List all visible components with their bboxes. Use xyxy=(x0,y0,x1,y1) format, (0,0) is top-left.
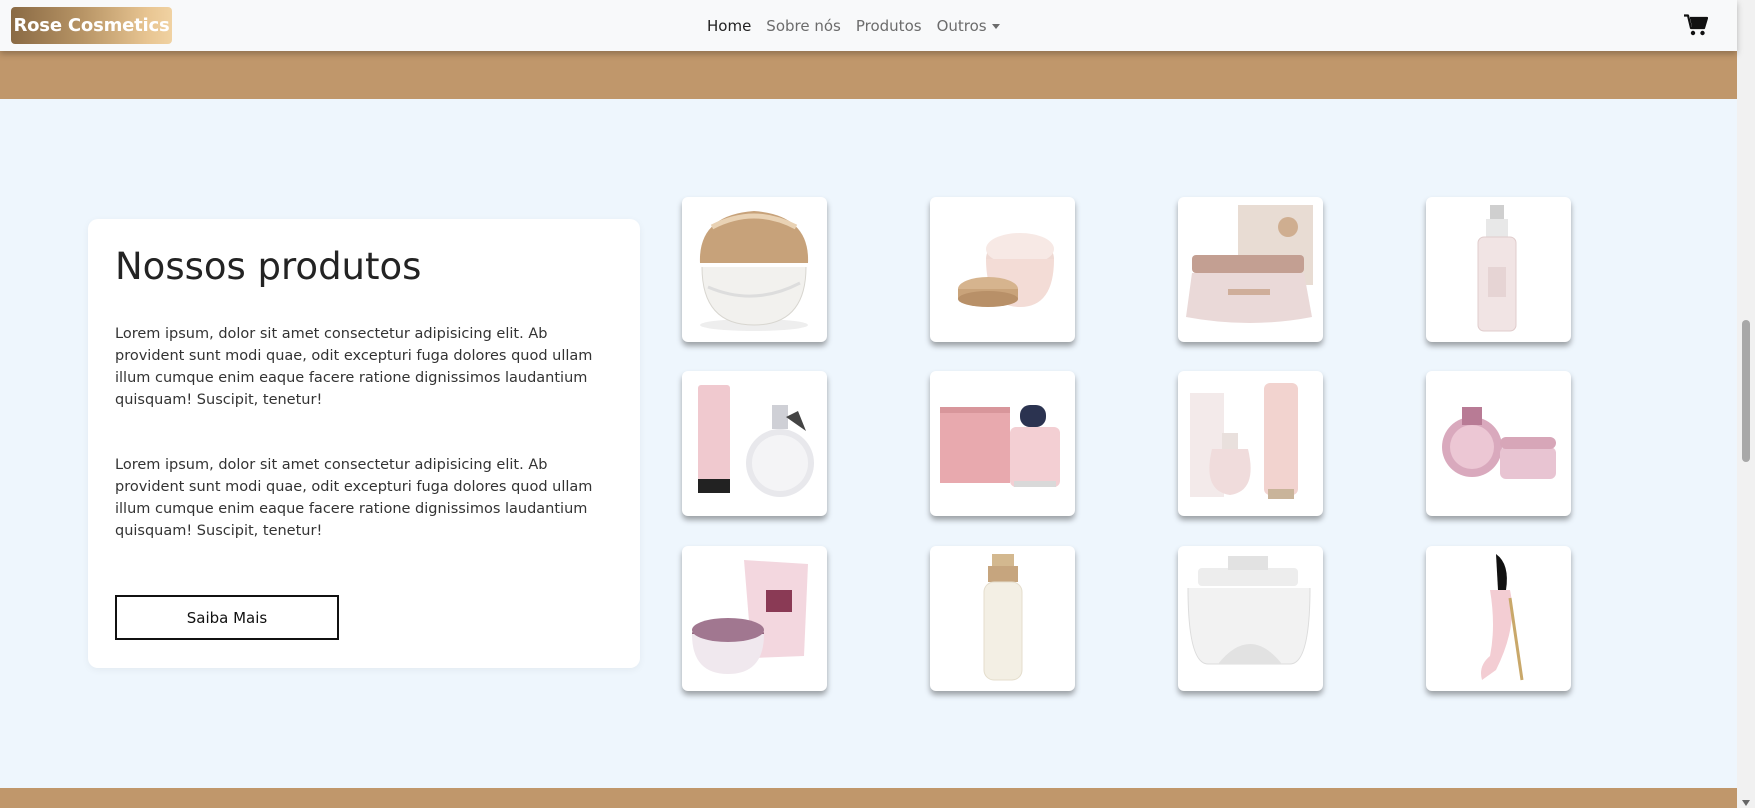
cream-jar-icon xyxy=(958,233,1054,307)
cart-icon[interactable] xyxy=(1684,14,1708,36)
section-title: Nossos produtos xyxy=(115,245,422,288)
product-pink-perfume-set[interactable] xyxy=(1426,371,1571,516)
product-my-way-set[interactable] xyxy=(930,371,1075,516)
scroll-thumb[interactable] xyxy=(1742,320,1750,462)
perfume-bottle-icon xyxy=(1187,556,1311,665)
perfume-set-icon xyxy=(1190,383,1298,499)
intro-paragraph-1: Lorem ipsum, dolor sit amet consectetur … xyxy=(115,326,593,408)
navbar: Rose Cosmetics Home Sobre nós Produtos O… xyxy=(0,0,1737,51)
perfume-set-icon xyxy=(940,405,1060,487)
products-intro-card: Nossos produtos Lorem ipsum, dolor sit a… xyxy=(88,219,640,668)
product-lily-refill-set[interactable] xyxy=(682,546,827,691)
nav-outros: Outros xyxy=(936,16,987,35)
scroll-down-arrow-icon[interactable] xyxy=(1742,800,1750,806)
lotion-bottle-icon xyxy=(983,554,1023,681)
nav-produtos[interactable]: Produtos xyxy=(856,17,922,35)
heel-perfume-icon xyxy=(1481,554,1524,681)
caret-down-icon xyxy=(991,23,1000,29)
perfume-set-icon xyxy=(1442,407,1556,479)
brand-logo[interactable]: Rose Cosmetics xyxy=(11,7,172,44)
nav-outros-dropdown[interactable]: Outros xyxy=(937,17,1000,35)
bottom-band xyxy=(0,788,1737,808)
product-pink-cream-jar[interactable] xyxy=(930,197,1075,342)
product-elysee-jar[interactable] xyxy=(1178,197,1323,342)
cream-refill-icon xyxy=(692,560,808,674)
product-egeo-bottle[interactable] xyxy=(1426,197,1571,342)
product-chic-set[interactable] xyxy=(682,371,827,516)
cream-jar-icon xyxy=(1186,205,1313,323)
top-band xyxy=(0,51,1737,99)
perfume-bottle-icon xyxy=(1477,205,1517,332)
intro-paragraph-2: Lorem ipsum, dolor sit amet consectetur … xyxy=(115,457,593,539)
nav-home[interactable]: Home xyxy=(707,17,751,35)
cream-jar-icon xyxy=(699,211,809,331)
product-lily-cream-jar[interactable] xyxy=(682,197,827,342)
page-scrollbar[interactable] xyxy=(1737,0,1755,808)
nav-sobre-nos[interactable]: Sobre nós xyxy=(766,17,841,35)
product-lily-bottle[interactable] xyxy=(930,546,1075,691)
product-coffee-woman[interactable] xyxy=(1178,546,1323,691)
saiba-mais-button[interactable]: Saiba Mais xyxy=(115,595,339,640)
product-elysee-perfume-set[interactable] xyxy=(1178,371,1323,516)
nav-links: Home Sobre nós Produtos Outros xyxy=(707,0,1000,51)
perfume-set-icon xyxy=(698,385,814,497)
product-heel-perfume[interactable] xyxy=(1426,546,1571,691)
